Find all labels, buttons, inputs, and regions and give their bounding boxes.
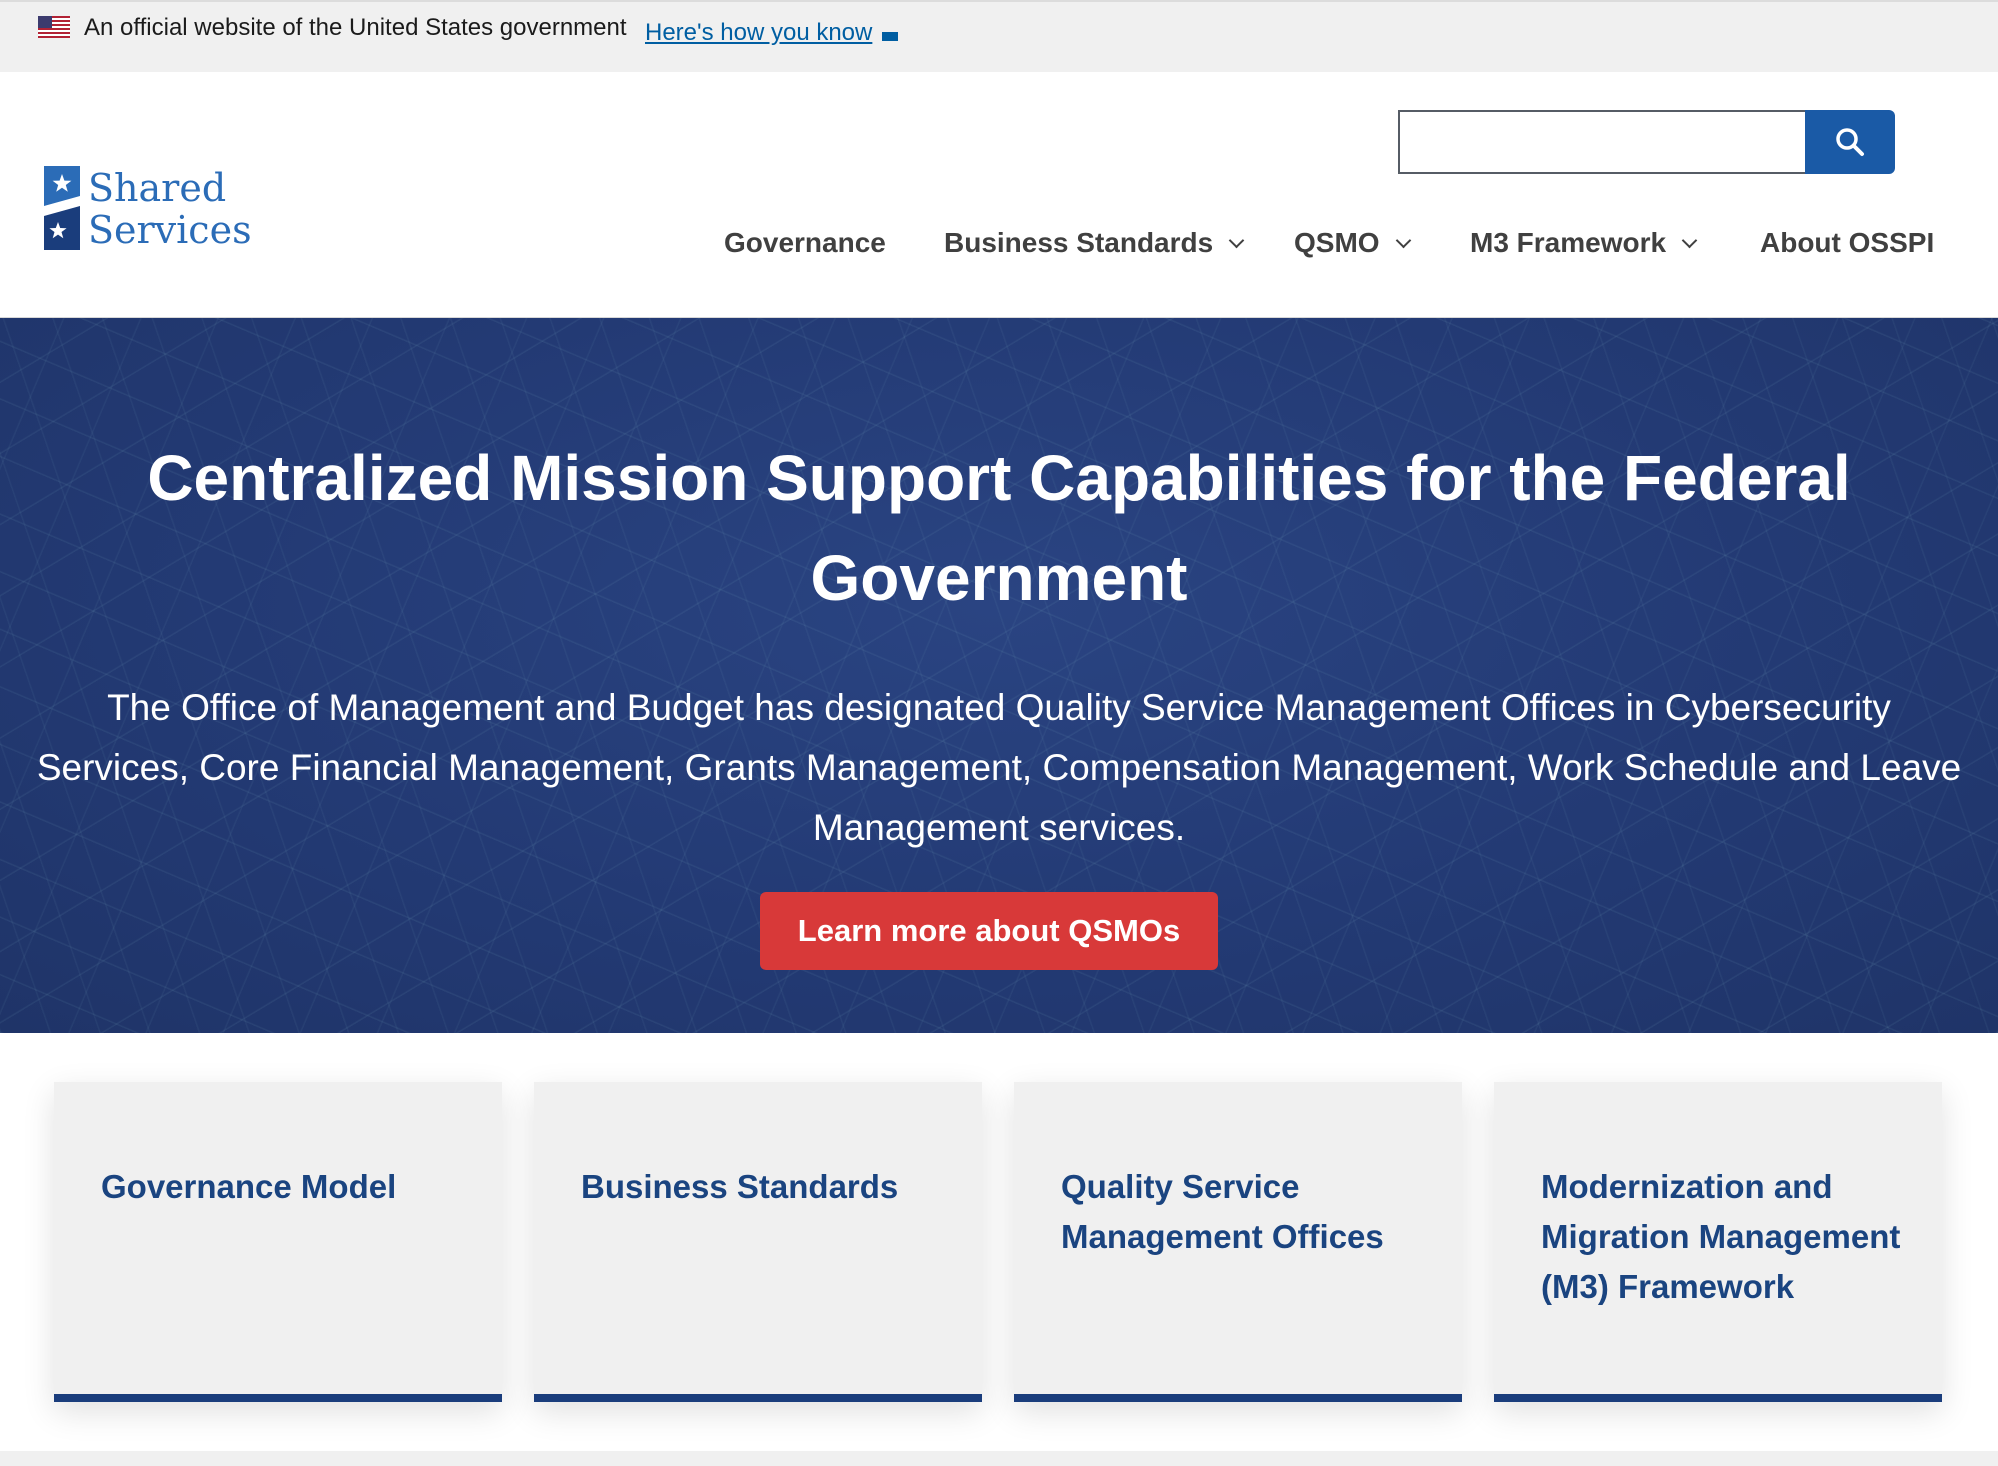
search-icon bbox=[1836, 128, 1864, 156]
footer-divider bbox=[0, 1451, 1998, 1466]
main-nav: Governance Business Standards QSMO M3 Fr… bbox=[0, 227, 1998, 267]
chevron-down-icon bbox=[1228, 232, 1245, 249]
nav-label: M3 Framework bbox=[1470, 227, 1667, 258]
logo-text-line1: Shared bbox=[88, 166, 227, 210]
how-you-know-link[interactable]: Here's how you know bbox=[645, 19, 872, 47]
hero-description: The Office of Management and Budget has … bbox=[36, 687, 1962, 848]
nav-governance[interactable]: Governance bbox=[724, 227, 886, 259]
card-m3-framework[interactable]: Modernization and Migration Management (… bbox=[1494, 1082, 1942, 1402]
chevron-down-icon bbox=[1395, 232, 1411, 249]
nav-qsmo[interactable]: QSMO bbox=[1294, 227, 1411, 259]
card-title[interactable]: Modernization and Migration Management (… bbox=[1541, 1162, 1921, 1312]
nav-business-standards[interactable]: Business Standards bbox=[944, 227, 1245, 259]
us-flag-icon bbox=[38, 16, 70, 38]
nav-m3-framework[interactable]: M3 Framework bbox=[1470, 227, 1698, 259]
gov-banner: An official website of the United States… bbox=[0, 0, 1998, 72]
chevron-down-icon bbox=[1681, 232, 1698, 249]
card-title[interactable]: Business Standards bbox=[581, 1162, 961, 1212]
site-header: Shared Services Governance Business Stan… bbox=[0, 72, 1998, 318]
gov-banner-text: An official website of the United States… bbox=[84, 14, 627, 41]
chevron-down-icon[interactable] bbox=[882, 32, 898, 41]
card-governance-model[interactable]: Governance Model bbox=[54, 1082, 502, 1402]
search-button[interactable] bbox=[1805, 110, 1895, 174]
nav-label: Governance bbox=[724, 227, 886, 258]
card-title[interactable]: Quality Service Management Offices bbox=[1061, 1162, 1441, 1262]
card-business-standards[interactable]: Business Standards bbox=[534, 1082, 982, 1402]
card-title[interactable]: Governance Model bbox=[101, 1162, 481, 1212]
hero-title: Centralized Mission Support Capabilities… bbox=[147, 442, 1851, 614]
card-qsmo[interactable]: Quality Service Management Offices bbox=[1014, 1082, 1462, 1402]
nav-label: Business Standards bbox=[944, 227, 1214, 258]
card-grid: Governance Model Business Standards Qual… bbox=[0, 1033, 1998, 1451]
learn-more-qsmos-button[interactable]: Learn more about QSMOs bbox=[760, 892, 1218, 970]
nav-label: About OSSPI bbox=[1760, 227, 1935, 258]
hero-section: Centralized Mission Support Capabilities… bbox=[0, 318, 1998, 1033]
search-input[interactable] bbox=[1398, 110, 1806, 174]
nav-about-osspi[interactable]: About OSSPI bbox=[1760, 227, 1934, 259]
nav-label: QSMO bbox=[1294, 227, 1380, 258]
